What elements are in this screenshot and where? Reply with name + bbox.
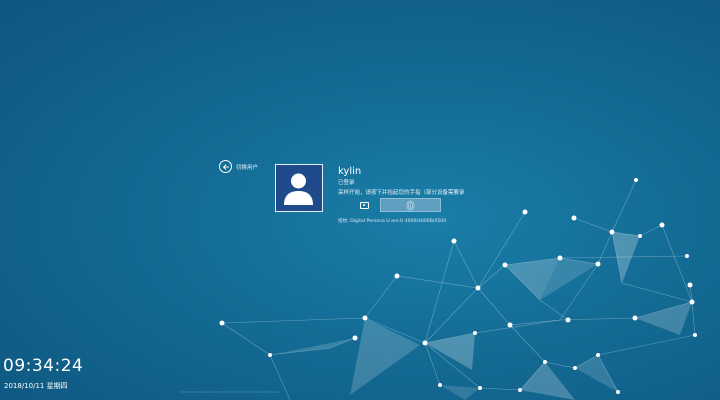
clock-time: 09:34:24 bbox=[3, 356, 84, 376]
camera-icon bbox=[359, 202, 369, 209]
user-avatar-icon bbox=[284, 173, 313, 205]
switch-user-button[interactable]: 切换用户 bbox=[219, 160, 258, 173]
auth-mode-button[interactable] bbox=[357, 199, 371, 212]
switch-user-label: 切换用户 bbox=[236, 164, 259, 171]
user-avatar bbox=[275, 164, 323, 212]
clock-date: 2018/10/11 星期四 bbox=[4, 382, 68, 390]
fingerprint-prompt: 采样开始，请按下并抬起您的手指（部分设备需要录 bbox=[338, 190, 465, 196]
back-arrow-icon bbox=[219, 160, 232, 173]
fingerprint-area[interactable] bbox=[380, 198, 441, 212]
fingerprint-icon bbox=[406, 200, 415, 210]
fingerprint-device: 指纹: Digital Persona U.are.U 4000/4000B/4… bbox=[338, 219, 447, 224]
network-lines bbox=[180, 179, 696, 400]
username: kylin bbox=[338, 166, 362, 177]
login-status: 已登录 bbox=[338, 180, 355, 186]
